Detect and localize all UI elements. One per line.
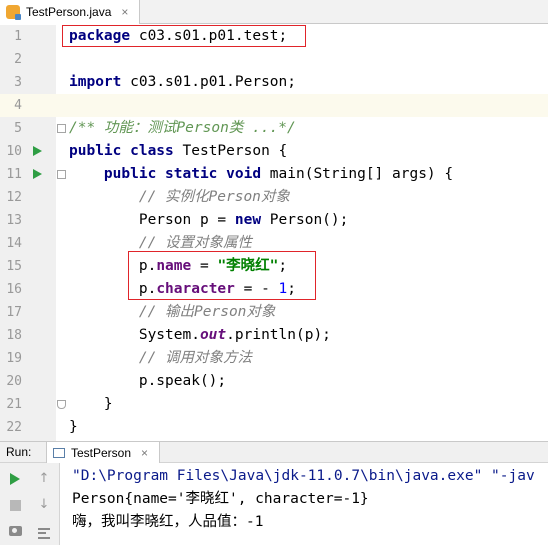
- statement: Person p =: [69, 212, 235, 228]
- comment: // 输出Person对象: [69, 304, 276, 320]
- comment: // 实例化Person对象: [69, 189, 290, 205]
- editor-tab-bar: TestPerson.java ×: [0, 0, 548, 24]
- keyword-import: import: [69, 74, 122, 90]
- statement: System.: [69, 327, 200, 343]
- comment: // 调用对象方法: [69, 350, 253, 366]
- line-number: 22: [6, 420, 22, 435]
- run-main-gutter-icon[interactable]: [33, 169, 42, 179]
- code-line: 20 p.speak();: [0, 370, 548, 393]
- keyword: public static void: [103, 166, 270, 182]
- code-text: System.out.println(p);: [69, 324, 331, 347]
- highlight-box-package: [62, 25, 306, 47]
- play-icon: [10, 473, 20, 485]
- stop-icon: [9, 499, 21, 511]
- console-output-line: Person{name='李晓红', character=-1}: [72, 491, 369, 507]
- editor-tab-label: TestPerson.java: [26, 5, 112, 19]
- code-line: 19 // 调用对象方法: [0, 347, 548, 370]
- line-number: 19: [6, 351, 22, 366]
- line-number: 13: [6, 213, 22, 228]
- method-declaration: main(String[] args) {: [269, 166, 454, 182]
- code-line: 18 System.out.println(p);: [0, 324, 548, 347]
- fold-marker-icon[interactable]: [57, 400, 66, 409]
- code-line: 12 // 实例化Person对象: [0, 186, 548, 209]
- keyword: public class: [69, 143, 183, 159]
- code-line: 13 Person p = new Person();: [0, 209, 548, 232]
- soft-wrap-button[interactable]: [36, 525, 52, 541]
- run-tab-testperson[interactable]: TestPerson ×: [46, 442, 160, 463]
- statement: Person();: [269, 212, 349, 228]
- run-panel-header: Run: TestPerson ×: [0, 441, 548, 463]
- line-number: 15: [6, 259, 22, 274]
- line-number: 21: [6, 397, 22, 412]
- code-text: p.speak();: [69, 373, 227, 389]
- run-toolbar: ↑ ↓: [0, 463, 60, 545]
- arrow-up-icon: ↑: [38, 471, 50, 486]
- lines-icon: [38, 527, 50, 539]
- scroll-up-button[interactable]: ↑: [36, 471, 52, 487]
- line-number: 14: [6, 236, 22, 251]
- line-number: 3: [14, 75, 22, 90]
- highlight-box-assignments: [128, 251, 316, 300]
- code-text: }: [69, 396, 113, 412]
- import-path: c03.s01.p01.Person;: [130, 74, 296, 90]
- close-tab-icon[interactable]: ×: [121, 5, 128, 19]
- statement: .println(p);: [226, 327, 331, 343]
- code-text: public class TestPerson {: [69, 140, 287, 163]
- close-run-tab-icon[interactable]: ×: [141, 446, 148, 460]
- console-output[interactable]: "D:\Program Files\Java\jdk-11.0.7\bin\ja…: [61, 463, 548, 545]
- static-field: out: [199, 327, 227, 343]
- code-line: 3 import c03.s01.p01.Person;: [0, 71, 548, 94]
- camera-icon: [8, 526, 22, 536]
- line-number: 17: [6, 305, 22, 320]
- code-text: }: [69, 419, 78, 435]
- code-line: 2: [0, 48, 548, 71]
- screenshot-button[interactable]: [7, 523, 23, 539]
- run-class-gutter-icon[interactable]: [33, 146, 42, 156]
- fold-marker-icon[interactable]: [57, 124, 66, 133]
- keyword: new: [234, 212, 270, 228]
- class-declaration: TestPerson {: [182, 143, 288, 159]
- rerun-button[interactable]: [7, 471, 23, 487]
- code-text: import c03.s01.p01.Person;: [69, 71, 296, 94]
- line-number: 18: [6, 328, 22, 343]
- code-line: 11 public static void main(String[] args…: [0, 163, 548, 186]
- line-number: 1: [14, 29, 22, 44]
- code-line: 22 }: [0, 416, 548, 439]
- code-line: 17 // 输出Person对象: [0, 301, 548, 324]
- scroll-down-button[interactable]: ↓: [36, 497, 52, 513]
- code-text: Person p = new Person();: [69, 209, 349, 232]
- line-number: 12: [6, 190, 22, 205]
- code-line: 10 public class TestPerson {: [0, 140, 548, 163]
- line-number: 5: [14, 121, 22, 136]
- collapsed-doc-comment[interactable]: /** 功能：测试Person类 ...*/: [69, 117, 296, 140]
- run-label: Run:: [6, 445, 32, 459]
- stop-button[interactable]: [7, 497, 23, 513]
- code-line: 5 /** 功能：测试Person类 ...*/: [0, 117, 548, 140]
- line-number: 2: [14, 52, 22, 67]
- fold-marker-icon[interactable]: [57, 170, 66, 179]
- line-number: 11: [6, 167, 22, 182]
- line-number: 16: [6, 282, 22, 297]
- line-number: 20: [6, 374, 22, 389]
- line-number: 10: [6, 144, 22, 159]
- arrow-down-icon: ↓: [38, 497, 50, 512]
- run-tab-label: TestPerson: [71, 445, 132, 460]
- console-command-line: "D:\Program Files\Java\jdk-11.0.7\bin\ja…: [72, 468, 535, 484]
- code-editor[interactable]: 1 package c03.s01.p01.test; 2 3 import c…: [0, 25, 548, 441]
- console-output-line: 嗨，我叫李晓红，人品值：-1: [72, 514, 264, 530]
- java-file-icon: [6, 5, 21, 20]
- editor-tab-testperson[interactable]: TestPerson.java ×: [0, 0, 140, 24]
- current-line: 4: [0, 94, 548, 117]
- console-icon: [53, 447, 65, 458]
- code-text: public static void main(String[] args) {: [69, 163, 453, 186]
- line-number: 4: [14, 98, 22, 113]
- code-line: 21 }: [0, 393, 548, 416]
